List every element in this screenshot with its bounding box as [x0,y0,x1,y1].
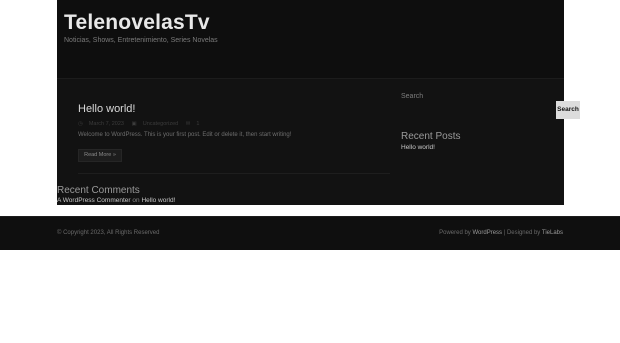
search-label: Search [401,93,424,100]
site-footer: © Copyright 2023, All Rights Reserved Po… [0,216,620,250]
post-category[interactable]: Uncategorized [143,121,178,127]
designed-by-text: | Designed by [503,230,541,236]
read-more-button[interactable]: Read More » [78,149,122,162]
site-tagline: Noticias, Shows, Entretenimiento, Series… [64,37,218,44]
recent-posts-heading: Recent Posts [401,131,461,142]
comments-icon: ✉ [185,121,191,127]
comment-post-link[interactable]: Hello world! [141,197,175,204]
folder-icon: ▣ [131,121,137,127]
search-button[interactable]: Search [556,101,580,119]
clock-icon: ◷ [78,121,83,127]
comment-author-link[interactable]: A WordPress Commenter [57,197,131,204]
post-title[interactable]: Hello world! [78,103,135,115]
footer-copyright: © Copyright 2023, All Rights Reserved [57,230,160,236]
post-meta: ◷ March 7, 2023 ▣ Uncategorized ✉ 1 [78,121,205,127]
wordpress-link[interactable]: WordPress [472,230,502,236]
site-title[interactable]: TelenovelasTv [64,11,210,35]
recent-post-link[interactable]: Hello world! [401,144,435,151]
footer-credits: Powered by WordPress | Designed by TieLa… [439,230,563,236]
main-container: TelenovelasTv Noticias, Shows, Entreteni… [57,0,564,205]
site-header: TelenovelasTv Noticias, Shows, Entreteni… [57,0,564,79]
post-excerpt: Welcome to WordPress. This is your first… [78,132,292,138]
post-comments-count[interactable]: 1 [196,121,199,127]
recent-comments-heading: Recent Comments [57,185,140,196]
comment-on-text: on [132,197,140,204]
post-divider [78,173,390,174]
powered-by-text: Powered by [439,230,471,236]
designer-link[interactable]: TieLabs [542,230,563,236]
post-date: March 7, 2023 [88,121,124,127]
recent-comment-item: A WordPress Commenter on Hello world! [57,197,175,204]
